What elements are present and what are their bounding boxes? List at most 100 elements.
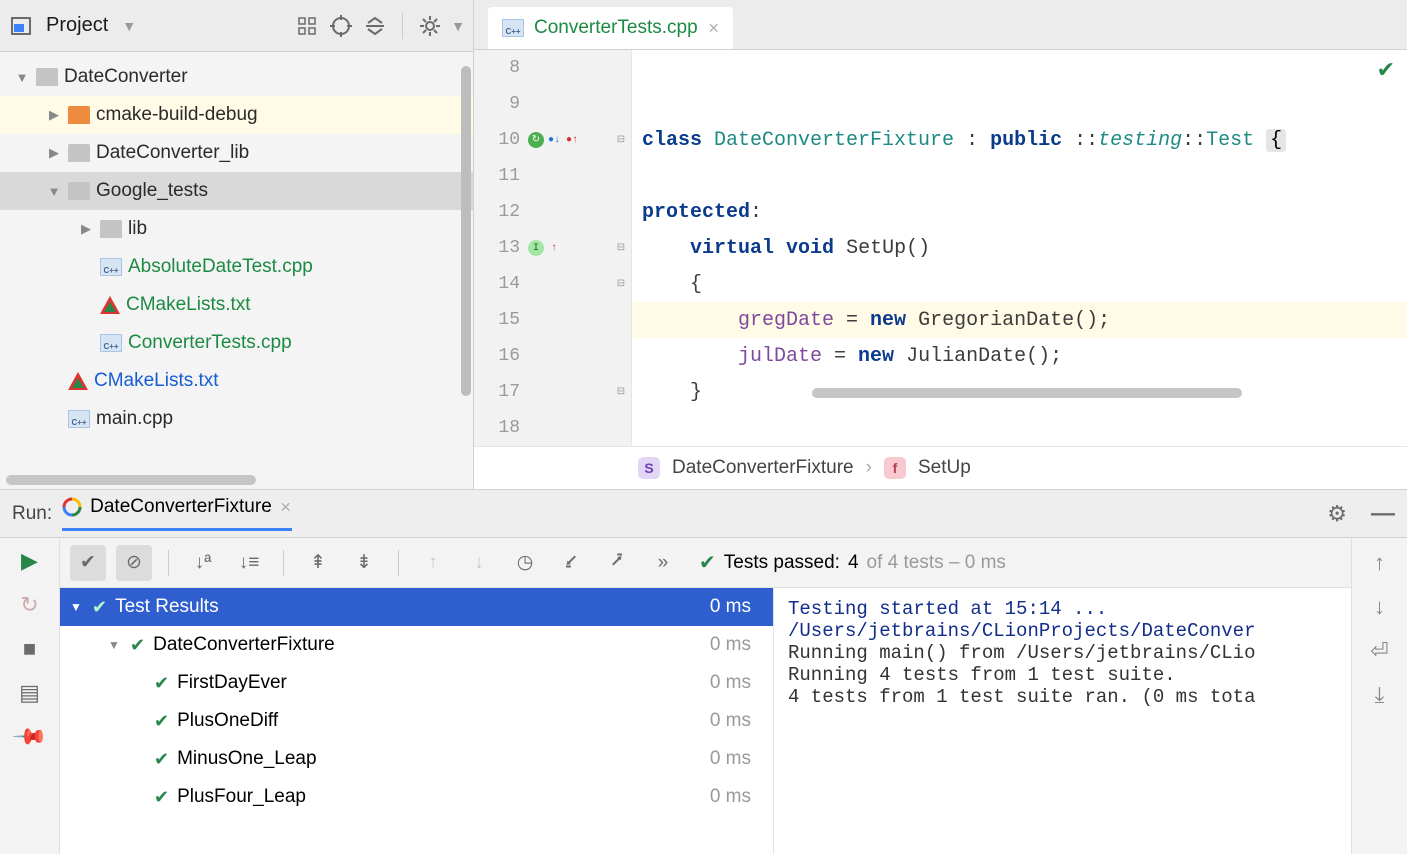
close-tab-icon[interactable]: ✕ xyxy=(708,20,720,37)
chevron-down-icon[interactable]: ▼ xyxy=(451,18,465,34)
check-icon: ✔ xyxy=(154,787,169,808)
editor-pane: C++ ConverterTests.cpp ✕ 8910↻●↓●↑⊟11121… xyxy=(474,0,1407,489)
test-root[interactable]: ▼ ✔ Test Results 0 ms xyxy=(60,588,773,626)
chevron-right-icon[interactable]: ▶ xyxy=(78,221,94,237)
chevron-right-icon[interactable]: ▶ xyxy=(46,145,62,161)
cpp-file-icon: C++ xyxy=(100,258,122,276)
tree-item[interactable]: CMakeLists.txt xyxy=(0,362,473,400)
test-item[interactable]: ✔ MinusOne_Leap 0 ms xyxy=(60,740,773,778)
scroll-to-end-icon[interactable]: ⤓ xyxy=(1375,682,1385,708)
test-suite[interactable]: ▼ ✔ DateConverterFixture 0 ms xyxy=(60,626,773,664)
project-label[interactable]: Project xyxy=(46,14,108,37)
test-item[interactable]: ✔PlusFour_Leap0 ms xyxy=(60,778,773,816)
show-passed-icon[interactable]: ✔ xyxy=(70,545,106,581)
tree-item[interactable]: C++ConverterTests.cpp xyxy=(0,324,473,362)
tree-item-label: cmake-build-debug xyxy=(96,104,258,126)
inspection-ok-icon[interactable]: ✔ xyxy=(1377,58,1395,84)
project-toolbar: Project ▼ ▼ xyxy=(0,0,473,52)
test-results-tree[interactable]: ▼ ✔ Test Results 0 ms ▼ ✔ DateConverterF… xyxy=(60,588,774,854)
editor-hscroll[interactable] xyxy=(800,388,1407,400)
chevron-right-icon[interactable]: ▶ xyxy=(46,107,62,123)
console-output[interactable]: Testing started at 15:14 ... /Users/jetb… xyxy=(774,588,1351,854)
select-opened-file-icon[interactable] xyxy=(294,13,320,39)
project-view-icon[interactable] xyxy=(8,13,34,39)
tree-item[interactable]: ▼DateConverter xyxy=(0,58,473,96)
cmake-file-icon xyxy=(100,296,120,314)
scrollbar-thumb[interactable] xyxy=(461,66,471,396)
down-icon[interactable]: ↓ xyxy=(1374,594,1385,620)
test-item[interactable]: ✔PlusOneDiff0 ms xyxy=(60,702,773,740)
check-icon: ✔ xyxy=(154,749,169,770)
history-icon[interactable]: ◷ xyxy=(507,545,543,581)
layout-icon[interactable]: ▤ xyxy=(19,680,40,706)
run-right-toolbar: ↑ ↓ ⏎ ⤓ xyxy=(1351,538,1407,854)
import-icon[interactable]: ⭹ xyxy=(553,545,589,581)
export-icon[interactable]: ⭷ xyxy=(599,545,635,581)
folder-icon xyxy=(68,106,90,124)
duration: 0 ms xyxy=(710,748,751,770)
breadcrumb-func[interactable]: SetUp xyxy=(918,457,971,479)
check-icon: ✔ xyxy=(154,673,169,694)
soft-wrap-icon[interactable]: ⏎ xyxy=(1370,638,1388,664)
collapse-all-icon[interactable]: ⇟ xyxy=(346,545,382,581)
console-line: /Users/jetbrains/CLionProjects/DateConve… xyxy=(788,620,1337,642)
function-badge-icon: f xyxy=(884,457,906,479)
duration: 0 ms xyxy=(710,634,751,656)
collapse-all-icon[interactable] xyxy=(362,13,388,39)
gear-icon[interactable]: ⚙ xyxy=(1327,501,1347,527)
editor-tabs: C++ ConverterTests.cpp ✕ xyxy=(474,0,1407,50)
breadcrumb-struct[interactable]: DateConverterFixture xyxy=(672,457,854,479)
close-tab-icon[interactable]: ✕ xyxy=(280,499,292,516)
tree-item[interactable]: C++main.cpp xyxy=(0,400,473,438)
minimize-icon[interactable]: — xyxy=(1371,500,1395,528)
code-area[interactable]: ✔ class DateConverterFixture : public ::… xyxy=(632,50,1407,446)
tree-item[interactable]: CMakeLists.txt xyxy=(0,286,473,324)
chevron-down-icon[interactable]: ▼ xyxy=(14,70,30,85)
pin-icon[interactable]: 📌 xyxy=(11,718,49,756)
tree-item-label: DateConverter_lib xyxy=(96,142,249,164)
chevron-down-icon[interactable]: ▼ xyxy=(46,184,62,199)
next-icon[interactable]: ↓ xyxy=(461,545,497,581)
breadcrumb[interactable]: S DateConverterFixture › f SetUp xyxy=(474,446,1407,489)
rerun-failed-icon[interactable]: ↻ xyxy=(20,592,38,618)
expand-all-icon[interactable]: ⇞ xyxy=(300,545,336,581)
show-ignored-icon[interactable]: ⊘ xyxy=(116,545,152,581)
editor-tab[interactable]: C++ ConverterTests.cpp ✕ xyxy=(488,7,733,49)
test-item[interactable]: ✔FirstDayEver0 ms xyxy=(60,664,773,702)
run-icon[interactable]: ▶ xyxy=(21,548,38,574)
tree-item-label: lib xyxy=(128,218,147,240)
scrollbar-thumb[interactable] xyxy=(6,475,256,485)
run-tab-name: DateConverterFixture xyxy=(90,496,272,518)
tree-item[interactable]: ▶ cmake-build-debug xyxy=(0,96,473,134)
test-name: MinusOne_Leap xyxy=(177,748,316,770)
folder-icon xyxy=(68,182,90,200)
sort-by-duration-icon[interactable]: ↓≡ xyxy=(231,545,267,581)
gear-icon[interactable] xyxy=(417,13,443,39)
cpp-file-icon: C++ xyxy=(100,334,122,352)
test-root-label: Test Results xyxy=(115,596,218,618)
sort-icon[interactable]: ↓ª xyxy=(185,545,221,581)
tree-item[interactable]: ▶ lib xyxy=(0,210,473,248)
test-name: FirstDayEver xyxy=(177,672,287,694)
run-tab[interactable]: DateConverterFixture ✕ xyxy=(62,496,291,531)
run-label: Run: xyxy=(12,503,52,525)
tree-item[interactable]: C++AbsoluteDateTest.cpp xyxy=(0,248,473,286)
target-icon[interactable] xyxy=(328,13,354,39)
tree-item-label: main.cpp xyxy=(96,408,173,430)
up-icon[interactable]: ↑ xyxy=(1374,550,1385,576)
tree-item-label: Google_tests xyxy=(96,180,208,202)
test-name: PlusFour_Leap xyxy=(177,786,306,808)
more-icon[interactable]: » xyxy=(645,545,681,581)
tree-item[interactable]: ▶ DateConverter_lib xyxy=(0,134,473,172)
editor-gutter[interactable]: 8910↻●↓●↑⊟111213I↑⊟14⊟151617⊟18 xyxy=(474,50,632,446)
chevron-down-icon[interactable]: ▼ xyxy=(122,18,136,34)
prev-icon[interactable]: ↑ xyxy=(415,545,451,581)
run-left-toolbar: ▶ ↻ ■ ▤ 📌 xyxy=(0,538,60,854)
stop-icon[interactable]: ■ xyxy=(23,636,36,662)
tree-item[interactable]: ▼ Google_tests xyxy=(0,172,473,210)
console-line: Running main() from /Users/jetbrains/CLi… xyxy=(788,642,1337,664)
folder-icon xyxy=(36,68,58,86)
tp-prefix: Tests passed: xyxy=(724,552,840,574)
project-tree[interactable]: ▼DateConverter ▶ cmake-build-debug ▶ DateCon… xyxy=(0,52,473,489)
chevron-down-icon: ▼ xyxy=(106,638,122,652)
